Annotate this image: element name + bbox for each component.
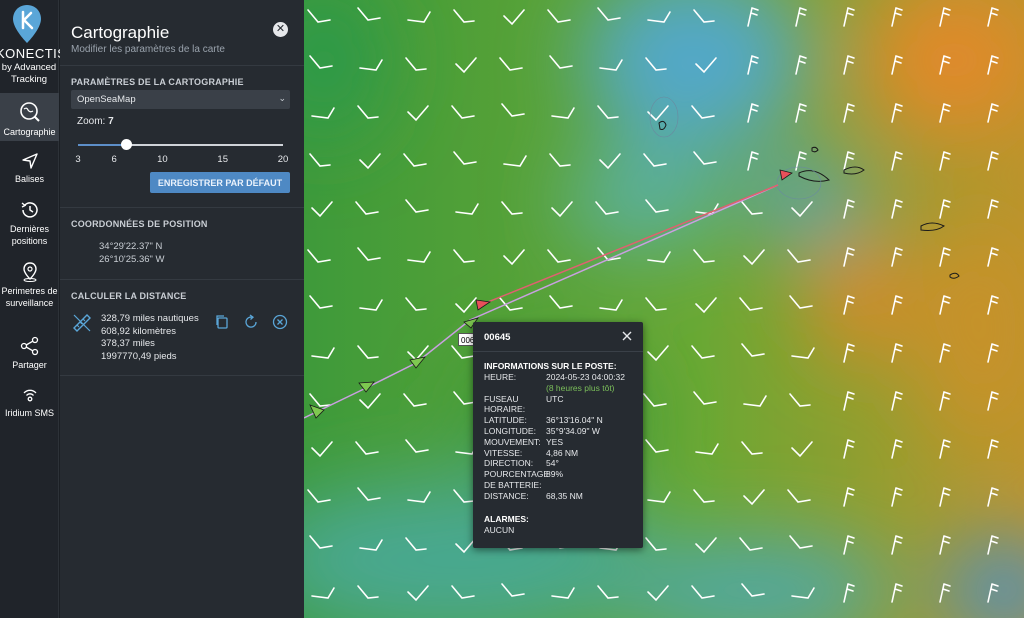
section-title-distance: CALCULER LA DISTANCE	[71, 291, 187, 301]
cartographie-panel: Cartographie Modifier les paramètres de …	[60, 0, 304, 618]
close-circle-icon	[272, 314, 288, 330]
save-default-button[interactable]: ENREGISTRER PAR DÉFAUT	[150, 172, 290, 193]
popup-row-key: LATITUDE:	[484, 415, 527, 426]
position-longitude: 26°10'25.36" W	[99, 254, 165, 265]
zoom-tick-label: 6	[111, 154, 117, 165]
refresh-icon	[245, 314, 257, 328]
konectis-logo-icon	[13, 5, 41, 43]
popup-row-value: 36°13'16.04" N	[546, 415, 603, 426]
section-title-settings: PARAMÈTRES DE LA CARTOGRAPHIE	[71, 77, 244, 87]
popup-row-value: 89%	[546, 469, 564, 480]
popup-alarms-title: ALARMES:	[484, 514, 529, 524]
popup-row-value: 2024-05-23 04:00:32	[546, 372, 625, 382]
divider	[60, 207, 304, 208]
brand-name: KONECTIS	[0, 46, 67, 61]
nav-rail: KONECTIS by Advanced Tracking Cartograph…	[0, 0, 67, 618]
nav-item-balises[interactable]: Balises	[0, 152, 59, 188]
popup-row-value: 35°9'34.09" W	[546, 426, 600, 436]
chevron-down-icon: ⌄	[278, 93, 286, 103]
map-canvas[interactable]	[304, 0, 1024, 618]
zoom-label: Zoom: 7	[77, 116, 114, 127]
zoom-tick-label: 15	[217, 154, 228, 165]
divider	[60, 375, 304, 376]
navigation-arrow-icon	[21, 153, 38, 169]
divider	[473, 351, 643, 352]
brand-tagline: by Advanced Tracking	[1, 62, 57, 85]
zoom-slider-fill	[78, 144, 127, 146]
position-info-popup: 00645 INFORMATIONS SUR LE POSTE: HEURE: 2…	[473, 322, 643, 548]
popup-row-key: HEURE:	[484, 372, 517, 382]
popup-row-key: DE BATTERIE:	[484, 480, 542, 490]
popup-row-key: HORAIRE:	[484, 404, 526, 415]
close-icon: ✕	[275, 23, 286, 35]
close-icon	[622, 331, 632, 341]
share-icon	[20, 336, 38, 356]
map-search-icon	[19, 102, 40, 122]
panel-close-button[interactable]: ✕	[273, 22, 288, 37]
popup-row-value: 68,35 NM	[546, 490, 583, 501]
divider	[60, 65, 304, 66]
location-pin-icon	[22, 262, 37, 282]
popup-row-value: 4,86 NM	[546, 447, 579, 458]
map-layer-select[interactable]: OpenSeaMap ⌄	[71, 90, 290, 109]
zoom-tick-label: 3	[75, 154, 81, 165]
distance-nautical: 328,79 miles nautiques	[101, 313, 199, 324]
popup-row-key: VITESSE:	[484, 447, 523, 458]
distance-km: 608,92 kilomètres	[101, 326, 176, 337]
popup-row-key: DIRECTION:	[484, 458, 534, 469]
popup-row-key: POURCENTAGE	[484, 469, 550, 480]
nav-item-iridium-sms[interactable]: Iridium SMS	[0, 388, 59, 422]
clear-distance-button[interactable]	[272, 314, 288, 330]
nav-item-cartographie[interactable]: Cartographie	[0, 93, 59, 141]
map-layer-value: OpenSeaMap	[77, 94, 136, 105]
nav-label: Balises	[14, 174, 44, 184]
popup-row-value: (8 heures plus tôt)	[546, 382, 615, 393]
nav-label: Iridium SMS	[4, 408, 54, 418]
popup-row-key: FUSEAU	[484, 393, 519, 404]
zoom-tick-label: 10	[157, 154, 168, 165]
logo: KONECTIS by Advanced Tracking	[0, 0, 67, 92]
nav-item-dernieres-positions[interactable]: Dernières positions	[0, 200, 59, 248]
zoom-slider-track[interactable]	[78, 144, 283, 146]
zoom-label-text: Zoom:	[77, 116, 106, 127]
popup-alarms-value: AUCUN	[484, 525, 515, 535]
panel-subtitle: Modifier les paramètres de la carte	[71, 44, 225, 55]
zoom-value: 7	[108, 116, 114, 127]
popup-row-key: DISTANCE:	[484, 490, 529, 501]
distance-miles: 378,37 miles	[101, 338, 155, 349]
zoom-slider-thumb[interactable]	[120, 139, 132, 150]
position-latitude: 34°29'22.37" N	[99, 241, 163, 252]
nav-label: Dernières positions	[9, 224, 49, 246]
distance-feet: 1997770,49 pieds	[101, 351, 177, 362]
nav-item-partager[interactable]: Partager	[0, 336, 59, 372]
popup-row-value: YES	[546, 436, 564, 447]
copy-icon	[216, 315, 228, 329]
popup-title: 00645	[484, 332, 511, 343]
divider	[60, 279, 304, 280]
wind-map	[304, 0, 1024, 618]
popup-row-value: 54°	[546, 458, 559, 469]
nav-label: Partager	[12, 360, 47, 370]
history-icon	[21, 202, 38, 218]
zoom-tick-label: 20	[277, 154, 289, 165]
nav-item-perimetres[interactable]: Perimetres de surveillance	[0, 262, 59, 322]
section-title-position: COORDONNÉES DE POSITION	[71, 219, 208, 229]
antenna-icon	[23, 389, 36, 402]
popup-row-value: UTC	[546, 393, 564, 404]
popup-row-key: LONGITUDE:	[484, 426, 536, 436]
popup-row-key: MOUVEMENT:	[484, 436, 541, 447]
track-label[interactable]: 00645	[458, 333, 474, 346]
reset-button[interactable]	[243, 314, 259, 330]
copy-button[interactable]	[214, 314, 230, 330]
popup-close-button[interactable]	[621, 330, 633, 342]
ruler-icon	[73, 314, 91, 332]
nav-label: Cartographie	[3, 127, 56, 137]
panel-title: Cartographie	[71, 23, 170, 42]
nav-label: Perimetres de surveillance	[1, 286, 58, 308]
popup-info-title: INFORMATIONS SUR LE POSTE:	[484, 361, 617, 371]
